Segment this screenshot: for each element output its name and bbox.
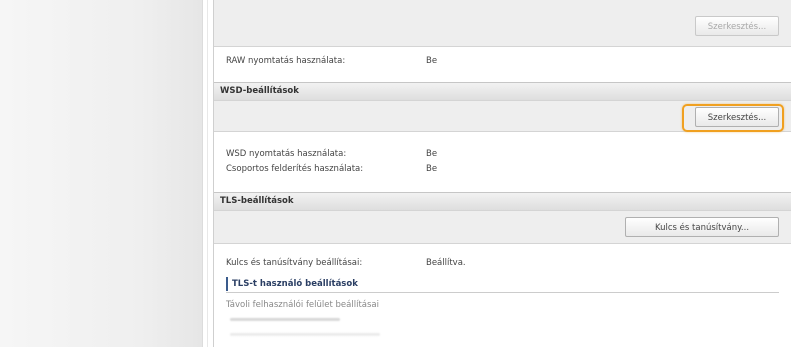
tls-section-header: TLS-beállítások bbox=[214, 192, 791, 210]
wsd-edit-button[interactable]: Szerkesztés... bbox=[695, 107, 779, 127]
multicast-discovery-row: Csoportos felderítés használata: Be bbox=[226, 163, 791, 175]
raw-button-bar: Szerkesztés... bbox=[214, 0, 791, 47]
key-certificate-value: Beállítva. bbox=[426, 258, 466, 268]
tls-button-bar: Kulcs és tanúsítvány... bbox=[214, 210, 791, 244]
key-certificate-label: Kulcs és tanúsítvány beállításai: bbox=[226, 258, 363, 268]
raw-print-value: Be bbox=[426, 56, 438, 66]
pane-divider bbox=[202, 0, 203, 347]
wsd-button-bar: Szerkesztés... bbox=[214, 100, 791, 132]
wsd-print-value: Be bbox=[426, 149, 438, 159]
bottom-fade bbox=[214, 307, 791, 347]
multicast-discovery-label: Csoportos felderítés használata: bbox=[226, 164, 364, 174]
wsd-print-row: WSD nyomtatás használata: Be bbox=[226, 148, 791, 160]
wsd-section-header: WSD-beállítások bbox=[214, 82, 791, 100]
raw-print-label: RAW nyomtatás használata: bbox=[226, 56, 346, 66]
multicast-discovery-value: Be bbox=[426, 164, 438, 174]
key-certificate-button[interactable]: Kulcs és tanúsítvány... bbox=[625, 217, 779, 237]
key-certificate-row: Kulcs és tanúsítvány beállításai: Beállí… bbox=[226, 257, 791, 269]
left-navigation-pane bbox=[0, 0, 202, 347]
raw-print-row: RAW nyomtatás használata: Be bbox=[226, 55, 791, 67]
wsd-print-label: WSD nyomtatás használata: bbox=[226, 149, 347, 159]
pane-divider-shadow bbox=[207, 0, 208, 347]
tls-usage-subheader: TLS-t használó beállítások bbox=[226, 277, 358, 291]
raw-edit-button[interactable]: Szerkesztés... bbox=[695, 16, 779, 36]
settings-panel: Szerkesztés... RAW nyomtatás használata:… bbox=[213, 0, 791, 347]
subsection-divider bbox=[226, 292, 779, 293]
